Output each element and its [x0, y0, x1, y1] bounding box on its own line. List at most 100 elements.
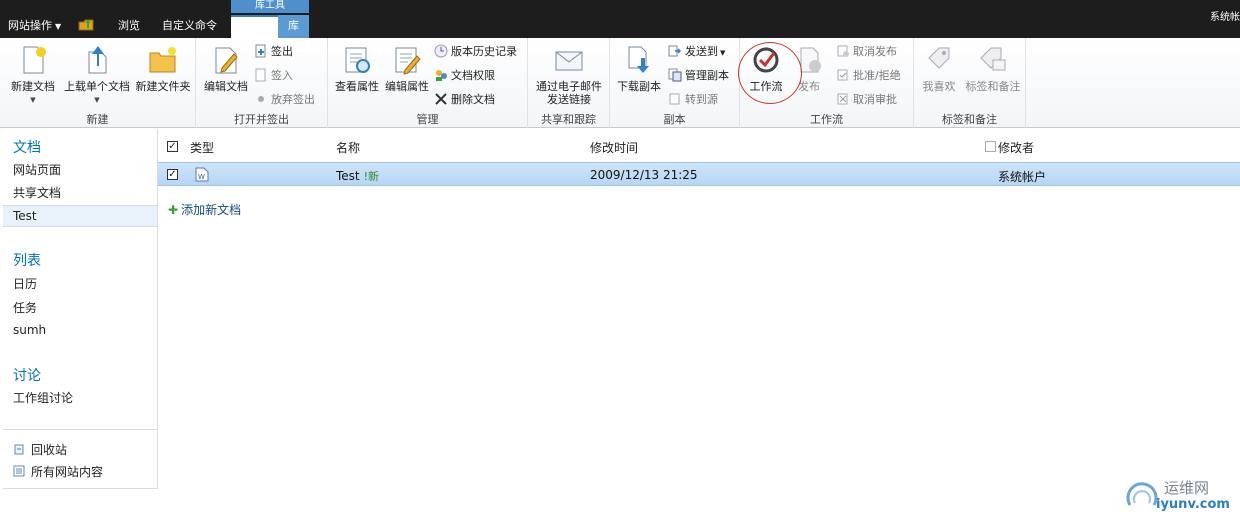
unpublish-button[interactable]: 取消发布 [836, 44, 897, 60]
list-header-row: ✓ 类型 名称 修改时间 修改者 [158, 134, 1240, 160]
group-label: 共享和跟踪 [541, 113, 596, 126]
column-filter-checkbox[interactable] [985, 141, 996, 152]
recycle-bin-icon [14, 444, 24, 455]
new-folder-icon [149, 47, 176, 73]
column-type[interactable]: 类型 [190, 139, 214, 156]
tab-library[interactable]: 库 [278, 15, 309, 38]
upload-icon [88, 46, 107, 74]
ribbon-group-tags-notes: 我喜欢 标签和备注 标签和备注 [914, 38, 1026, 128]
chevron-down-icon: ▼ [720, 49, 726, 57]
edit-document-icon [215, 47, 238, 74]
column-modified-by[interactable]: 修改者 [998, 139, 1034, 156]
document-permissions-button[interactable]: 文档权限 [434, 68, 495, 84]
row-name[interactable]: Test !新 [336, 168, 379, 184]
word-document-icon: W [195, 167, 209, 182]
view-properties-icon [345, 47, 370, 73]
navigate-up-icon[interactable] [78, 16, 94, 39]
send-to-icon [668, 45, 682, 57]
manage-copies-icon [668, 68, 682, 82]
column-modified[interactable]: 修改时间 [590, 139, 638, 156]
ribbon: 新建文档 ▼ 上载单个文档 ▼ 新建文件夹 新建 编辑文档 签出 签入 放弃签出… [0, 38, 1240, 128]
table-row[interactable]: ✓ W Test !新 2009/12/13 21:25 系统帐户 [158, 162, 1240, 186]
ribbon-group-share-track: 通过电子邮件 发送链接 共享和跟踪 [528, 38, 610, 128]
ribbon-group-open-checkout: 编辑文档 签出 签入 放弃签出 打开并签出 [196, 38, 328, 128]
check-in-button[interactable]: 签入 [254, 68, 293, 84]
cancel-approval-button[interactable]: 取消审批 [836, 92, 897, 108]
tab-custom-commands[interactable]: 自定义命令 [152, 15, 227, 38]
ribbon-group-copies: 下载副本 发送到 ▼ 管理副本 转到源 副本 [610, 38, 740, 128]
group-label: 新建 [86, 113, 109, 126]
go-to-source-icon [669, 93, 680, 105]
chevron-down-icon: ▼ [94, 96, 100, 104]
edit-properties-icon [395, 47, 421, 75]
nav-item-tasks[interactable]: 任务 [13, 299, 37, 316]
watermark-text: 运维网 [1164, 479, 1210, 497]
tags-notes-icon [980, 47, 1006, 71]
new-badge: !新 [363, 170, 380, 183]
top-bar: 网站操作 ▼ 浏览 自定义命令 库工具 文档 库 系统帐 [0, 0, 1240, 38]
version-history-button[interactable]: 版本历史记录 [434, 44, 517, 60]
manage-copies-button[interactable]: 管理副本 [668, 68, 729, 84]
nav-item-site-pages[interactable]: 网站页面 [13, 161, 61, 178]
edit-document-button[interactable]: 编辑文档 [202, 42, 250, 93]
nav-heading-discussions[interactable]: 讨论 [13, 365, 41, 385]
column-name[interactable]: 名称 [336, 139, 360, 156]
tags-notes-button[interactable]: 标签和备注 [964, 42, 1022, 93]
library-tools-label: 库工具 [231, 0, 309, 13]
row-modified-by[interactable]: 系统帐户 [998, 168, 1046, 185]
approve-reject-icon [837, 69, 848, 81]
nav-item-recycle-bin[interactable]: 回收站 [13, 441, 67, 458]
view-properties-button[interactable]: 查看属性 [332, 42, 382, 93]
i-like-it-button[interactable]: 我喜欢 [920, 42, 958, 93]
row-checkbox[interactable]: ✓ [167, 169, 178, 180]
nav-item-team-discussion[interactable]: 工作组讨论 [13, 389, 73, 406]
site-actions-label: 网站操作 [8, 19, 52, 32]
approve-reject-button[interactable]: 批准/拒绝 [836, 68, 901, 84]
discard-checkout-button[interactable]: 放弃签出 [254, 92, 315, 108]
group-label: 标签和备注 [942, 113, 997, 126]
row-name-text[interactable]: Test [336, 169, 360, 183]
nav-divider [3, 429, 157, 430]
email-link-button[interactable]: 通过电子邮件 发送链接 [532, 42, 606, 106]
watermark-logo-icon [1126, 482, 1158, 506]
nav-item-shared-documents[interactable]: 共享文档 [13, 184, 61, 201]
group-label: 工作流 [810, 113, 843, 126]
ribbon-group-new: 新建文档 ▼ 上载单个文档 ▼ 新建文件夹 新建 [0, 38, 196, 128]
chevron-down-icon: ▼ [55, 22, 62, 31]
upload-document-button[interactable]: 上载单个文档 ▼ [62, 42, 132, 104]
download-copy-button[interactable]: 下载副本 [614, 42, 664, 93]
tab-browse[interactable]: 浏览 [108, 15, 150, 38]
ribbon-group-manage: 查看属性 编辑属性 版本历史记录 文档权限 删除文档 管理 [328, 38, 528, 128]
discard-icon [258, 96, 264, 102]
select-all-checkbox[interactable]: ✓ [167, 141, 178, 152]
download-icon [628, 46, 649, 73]
check-out-button[interactable]: 签出 [254, 44, 293, 60]
nav-heading-documents[interactable]: 文档 [13, 137, 41, 157]
plus-icon: ✚ [168, 203, 179, 217]
cancel-approval-icon [837, 93, 848, 105]
new-folder-button[interactable]: 新建文件夹 [134, 42, 192, 93]
nav-item-test[interactable]: Test [13, 209, 37, 223]
highlight-circle [738, 42, 802, 104]
add-new-document-link[interactable]: ✚ 添加新文档 [168, 201, 241, 218]
row-modified: 2009/12/13 21:25 [590, 168, 698, 182]
watermark-url: iyunv.com [1156, 497, 1230, 512]
site-content-icon [13, 465, 25, 477]
account-menu[interactable]: 系统帐 [1210, 8, 1240, 23]
unpublish-icon [837, 45, 849, 57]
nav-item-calendar[interactable]: 日历 [13, 275, 37, 292]
nav-item-sumh[interactable]: sumh [13, 323, 46, 337]
go-to-source-button[interactable]: 转到源 [668, 92, 718, 108]
new-document-icon [23, 46, 46, 74]
site-actions-menu[interactable]: 网站操作 ▼ [8, 15, 61, 38]
new-document-button[interactable]: 新建文档 ▼ [6, 42, 60, 104]
check-in-icon [255, 68, 266, 82]
check-out-icon [255, 44, 266, 58]
edit-properties-button[interactable]: 编辑属性 [382, 42, 432, 93]
send-to-button[interactable]: 发送到 ▼ [668, 44, 725, 60]
nav-heading-lists[interactable]: 列表 [13, 250, 41, 270]
delete-document-button[interactable]: 删除文档 [434, 92, 495, 108]
group-label: 打开并签出 [234, 113, 289, 126]
tab-documents[interactable]: 文档 [231, 15, 278, 38]
nav-item-all-site-content[interactable]: 所有网站内容 [13, 463, 103, 480]
